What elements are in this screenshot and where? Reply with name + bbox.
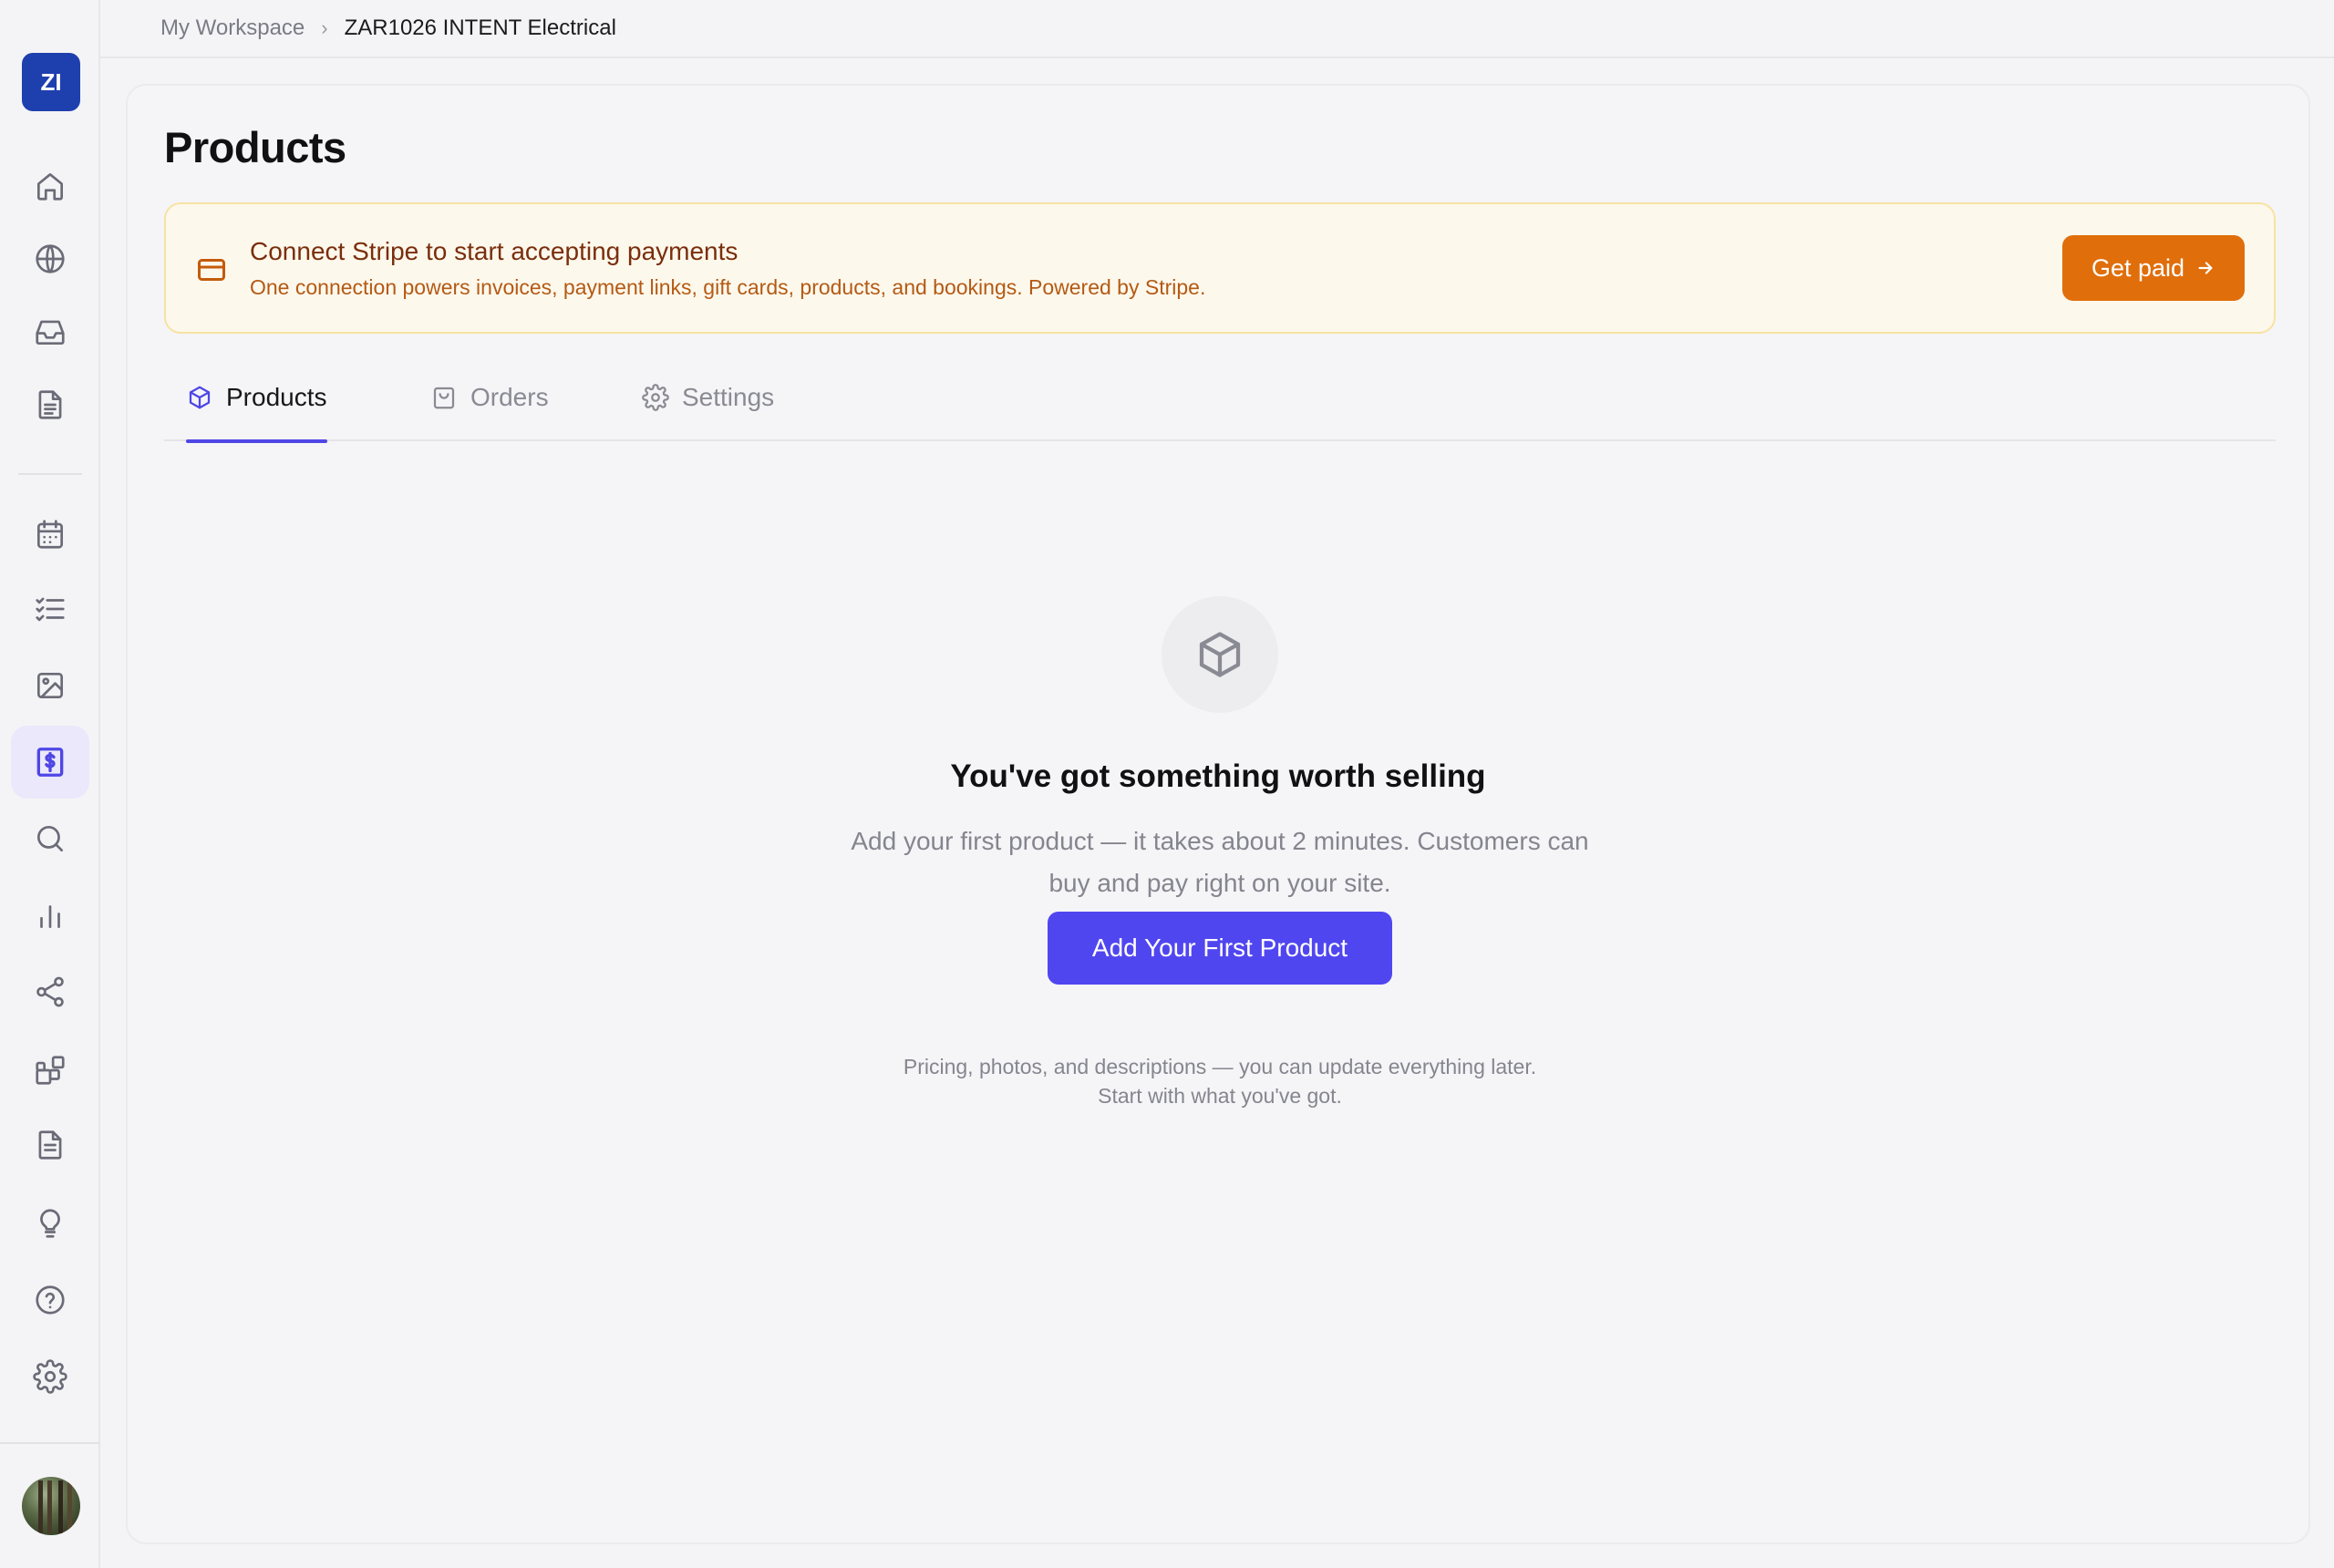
workspace-badge[interactable]: ZI	[22, 53, 80, 111]
lightbulb-icon[interactable]	[11, 1187, 89, 1260]
page-title: Products	[164, 123, 346, 171]
gear-icon[interactable]	[11, 1340, 89, 1413]
tab-bar: Products Orders Settings	[164, 359, 2276, 443]
empty-state-title: You've got something worth selling	[950, 758, 1486, 794]
help-circle-icon[interactable]	[11, 1264, 89, 1336]
box-icon	[189, 386, 211, 409]
sidebar: ZI	[0, 0, 100, 1568]
gear-icon	[642, 384, 669, 411]
breadcrumb-workspace-link[interactable]: My Workspace	[160, 15, 305, 41]
breadcrumb-current: ZAR1026 INTENT Electrical	[344, 15, 616, 40]
tab-settings[interactable]: Settings	[642, 359, 774, 441]
document-icon[interactable]	[11, 368, 89, 441]
widgets-icon[interactable]	[11, 1034, 89, 1107]
avatar[interactable]	[22, 1477, 80, 1535]
empty-state-description: Add your first product — it takes about …	[851, 827, 1589, 897]
stripe-connect-banner: Connect Stripe to start accepting paymen…	[164, 202, 2276, 334]
globe-icon[interactable]	[11, 222, 89, 295]
tab-orders[interactable]: Orders	[430, 359, 549, 441]
receipt-dollar-icon[interactable]	[11, 726, 89, 799]
banner-title: Connect Stripe to start accepting paymen…	[250, 237, 738, 265]
search-icon[interactable]	[11, 802, 89, 875]
empty-state-note: Pricing, photos, and descriptions — you …	[903, 1055, 1537, 1108]
sidebar-divider	[0, 1442, 100, 1444]
sidebar-divider	[18, 473, 82, 475]
get-paid-label: Get paid	[2091, 253, 2185, 282]
calendar-icon[interactable]	[11, 498, 89, 571]
app: ZI My Workspace › ZAR1026 INTENT Electri…	[0, 0, 2334, 1568]
tab-label: Products	[226, 383, 327, 411]
credit-card-icon	[195, 253, 228, 286]
add-first-product-button[interactable]: Add Your First Product	[1048, 912, 1392, 985]
breadcrumb: My Workspace › ZAR1026 INTENT Electrical	[100, 0, 2334, 58]
shopping-bag-icon	[433, 387, 455, 409]
get-paid-button[interactable]: Get paid	[2062, 235, 2245, 301]
inbox-icon[interactable]	[11, 295, 89, 368]
tab-label: Settings	[682, 383, 775, 411]
box-icon	[1162, 596, 1278, 713]
tab-products[interactable]: Products	[186, 359, 327, 443]
tab-label: Orders	[470, 383, 549, 411]
home-icon[interactable]	[11, 150, 89, 222]
checklist-icon[interactable]	[11, 573, 89, 645]
banner-subtitle: One connection powers invoices, payment …	[250, 275, 1206, 299]
arrow-right-icon	[2198, 262, 2213, 274]
image-icon[interactable]	[11, 649, 89, 722]
chevron-right-icon: ›	[321, 16, 328, 39]
share-icon[interactable]	[11, 955, 89, 1028]
bar-chart-icon[interactable]	[11, 879, 89, 952]
main-content: Products Connect Stripe to start accepti…	[126, 84, 2310, 1544]
file-text-icon[interactable]	[11, 1109, 89, 1181]
